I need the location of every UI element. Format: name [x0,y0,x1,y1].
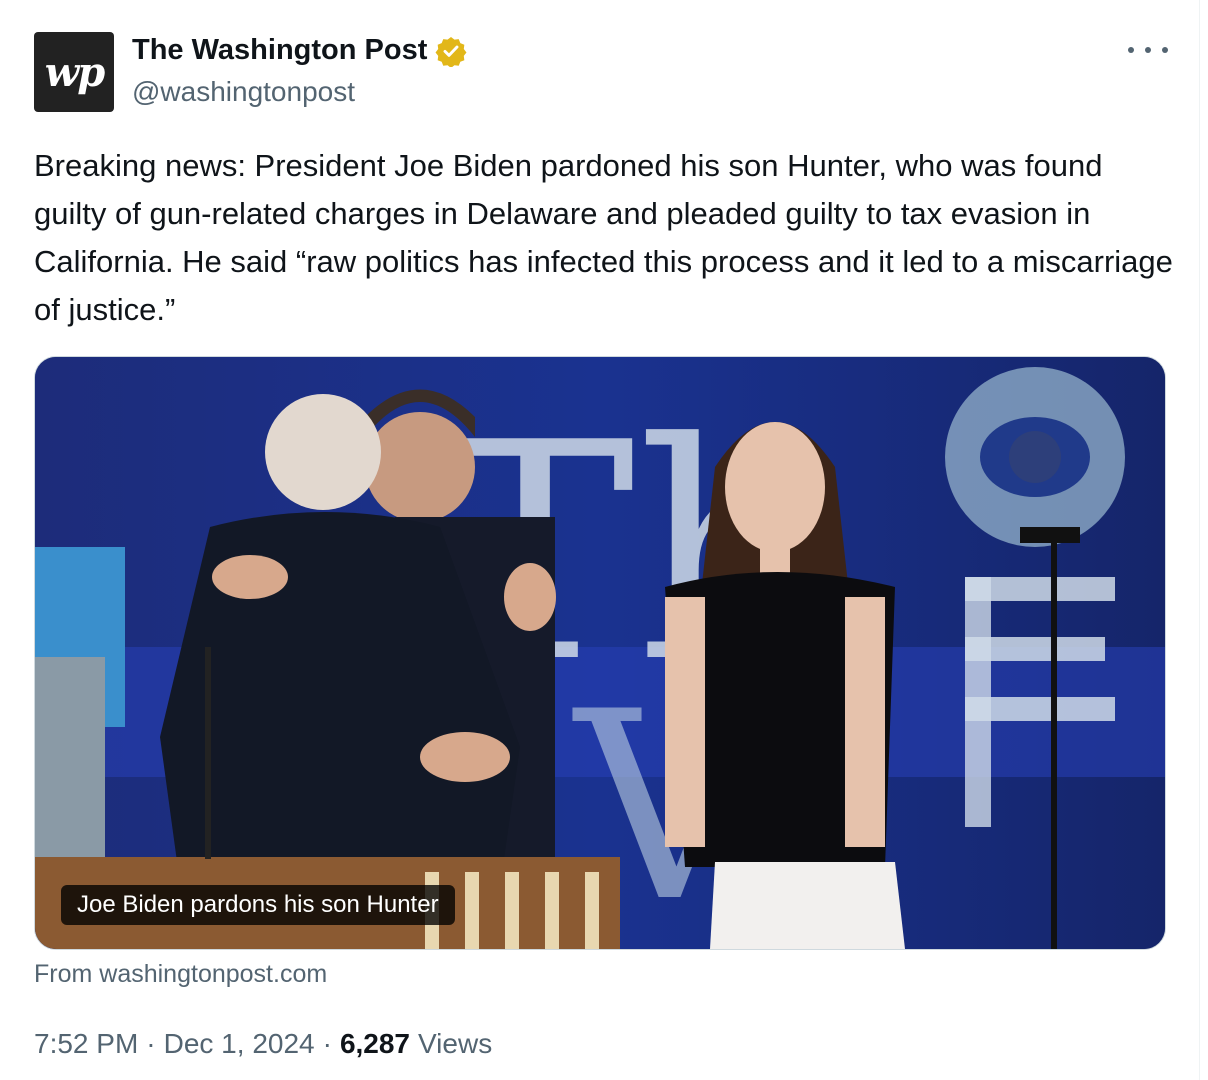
tweet-date[interactable]: Dec 1, 2024 [164,1028,315,1060]
handle[interactable]: @washingtonpost [132,76,355,108]
separator: · [146,1028,156,1059]
views-count: 6,287 [339,1028,411,1059]
card-caption: Joe Biden pardons his son Hunter [61,885,455,925]
card-image: Th V [35,357,1165,949]
card-source-link[interactable]: From washingtonpost.com [34,960,327,989]
tweet-metadata: 7:52 PM · Dec 1, 2024 · 6,287 Views [34,1028,492,1060]
more-options-button[interactable] [1128,38,1168,62]
avatar[interactable]: wp [34,32,114,112]
tweet-time[interactable]: 7:52 PM [34,1028,138,1060]
more-horizontal-icon [1128,47,1134,53]
timeline-divider [1199,0,1200,1080]
tweet-text: Breaking news: President Joe Biden pardo… [34,148,1173,327]
verified-badge-icon[interactable] [435,35,467,67]
author-name-row: The Washington Post [132,34,467,67]
display-name[interactable]: The Washington Post [132,34,427,67]
separator: · [322,1028,332,1059]
avatar-logo-text: wp [44,48,105,96]
views-label: Views [418,1028,493,1059]
link-card[interactable]: Th V [34,356,1166,950]
